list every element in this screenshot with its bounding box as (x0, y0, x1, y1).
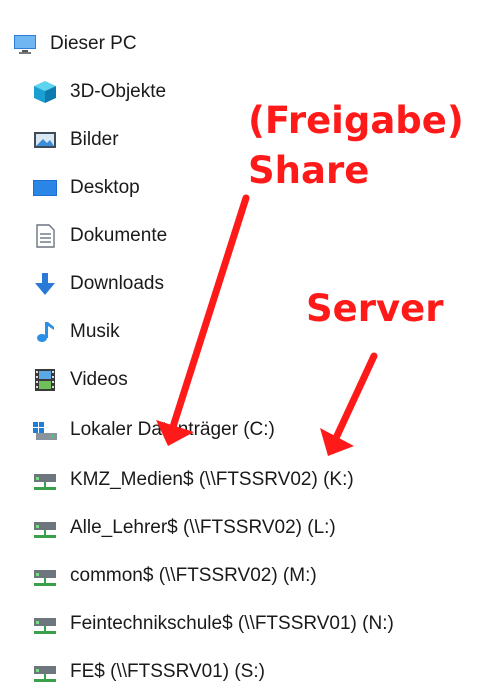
tree-item-label: Musik (70, 321, 120, 342)
tree-item-label: Downloads (70, 273, 164, 294)
tree-item-videos[interactable]: Videos (32, 360, 128, 400)
tree-item-common[interactable]: common$ (\\FTSSRV02) (M:) (32, 556, 317, 596)
tree-item-fe[interactable]: FE$ (\\FTSSRV01) (S:) (32, 652, 265, 692)
tree-item-label: KMZ_Medien$ (\\FTSSRV02) (K:) (70, 469, 354, 490)
network-drive-icon (32, 515, 58, 541)
annotation-freigabe: (Freigabe) (248, 99, 464, 142)
desktop-icon (32, 175, 58, 201)
tree-item-label: 3D-Objekte (70, 81, 167, 102)
network-drive-icon (32, 563, 58, 589)
tree-item-label: FE$ (\\FTSSRV01) (S:) (70, 661, 265, 682)
tree-item-label: Lokaler Datenträger (C:) (70, 419, 275, 440)
local-disk-icon (32, 417, 58, 443)
tree-item-label: Dokumente (70, 225, 168, 246)
tree-item-bilder[interactable]: Bilder (32, 120, 119, 160)
tree-item-label: common$ (\\FTSSRV02) (M:) (70, 565, 317, 586)
tree-item-label: Feintechnikschule$ (\\FTSSRV01) (N:) (70, 613, 394, 634)
tree-item-musik[interactable]: Musik (32, 312, 120, 352)
tree-item-label: Bilder (70, 129, 119, 150)
arrow-to-share (156, 194, 250, 446)
tree-item-3d-objekte[interactable]: 3D-Objekte (32, 72, 166, 112)
tree-item-desktop[interactable]: Desktop (32, 168, 140, 208)
tree-item-label: Videos (70, 369, 128, 390)
computer-icon (12, 31, 38, 57)
tree-item-downloads[interactable]: Downloads (32, 264, 164, 304)
network-drive-icon (32, 467, 58, 493)
annotation-share: Share (248, 149, 370, 192)
tree-item-label: Desktop (70, 177, 140, 198)
network-drive-icon (32, 659, 58, 685)
network-drive-icon (32, 611, 58, 637)
tree-item-lokaler-datentraeger[interactable]: Lokaler Datenträger (C:) (32, 410, 275, 450)
arrow-to-server (320, 352, 378, 456)
tree-item-dieser-pc[interactable]: Dieser PC (12, 24, 137, 64)
tree-item-kmz-medien[interactable]: KMZ_Medien$ (\\FTSSRV02) (K:) (32, 460, 354, 500)
pictures-icon (32, 127, 58, 153)
cube-3d-icon (32, 79, 58, 105)
tree-item-feintechnikschule[interactable]: Feintechnikschule$ (\\FTSSRV01) (N:) (32, 604, 394, 644)
annotation-server: Server (306, 287, 444, 330)
download-arrow-icon (32, 271, 58, 297)
document-icon (32, 223, 58, 249)
music-note-icon (32, 319, 58, 345)
tree-item-alle-lehrer[interactable]: Alle_Lehrer$ (\\FTSSRV02) (L:) (32, 508, 336, 548)
tree-item-dokumente[interactable]: Dokumente (32, 216, 167, 256)
tree-item-label: Alle_Lehrer$ (\\FTSSRV02) (L:) (70, 517, 336, 538)
video-film-icon (32, 367, 58, 393)
tree-item-label: Dieser PC (50, 33, 137, 54)
